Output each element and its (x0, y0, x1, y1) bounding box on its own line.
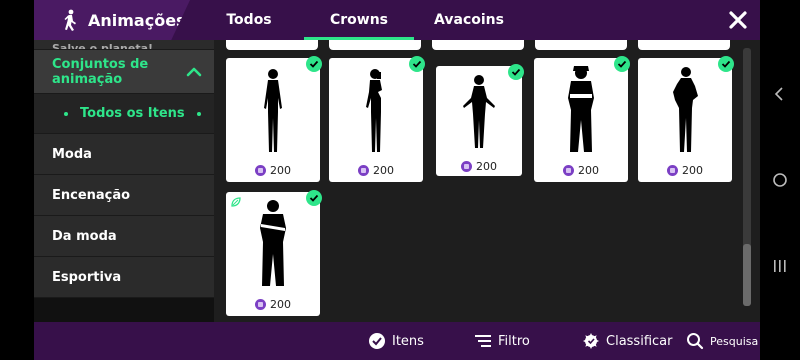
tab-todos[interactable]: Todos (194, 0, 304, 40)
bullet-dot-icon (64, 111, 68, 116)
grid-scrollbar[interactable] (743, 48, 751, 306)
price-tag: 200 (329, 164, 423, 177)
sidebar-item-todos-os-itens[interactable]: Todos os Itens (34, 94, 214, 134)
card-partial[interactable] (226, 40, 318, 50)
animation-card[interactable]: 200 (638, 56, 734, 182)
filter-button[interactable]: Filtro (474, 322, 530, 360)
figure-female-hands-hips-icon (673, 67, 698, 152)
crown-coin-icon (667, 165, 678, 176)
sidebar-item-salve-o-planeta[interactable]: Salve o planeta! (34, 40, 214, 50)
animation-card[interactable]: 200 (226, 190, 322, 316)
owned-check-icon (409, 56, 425, 72)
walking-person-icon (64, 9, 76, 31)
sidebar-item-moda[interactable]: Moda (34, 134, 214, 175)
scrollbar-thumb[interactable] (743, 244, 751, 306)
price-tag: 200 (534, 164, 628, 177)
home-icon[interactable] (772, 172, 788, 188)
price-tag: 200 (638, 164, 732, 177)
owned-check-icon (718, 56, 734, 72)
animation-card[interactable]: 200 (436, 64, 524, 176)
close-icon[interactable] (726, 8, 750, 32)
category-sidebar: Salve o planeta! Conjuntos de animação T… (34, 40, 214, 322)
card-partial[interactable] (329, 40, 421, 50)
price-tag: 200 (226, 164, 320, 177)
owned-check-icon (614, 56, 630, 72)
sidebar-item-label: Todos os Itens (80, 106, 185, 121)
chevron-up-icon (186, 67, 202, 77)
section-header: Animações (34, 0, 190, 40)
card-partial[interactable] (638, 40, 730, 50)
price-tag: 200 (226, 298, 320, 311)
price-tag: 200 (436, 160, 522, 173)
owned-check-icon (306, 190, 322, 206)
android-nav-bar (760, 0, 800, 360)
back-icon[interactable] (772, 86, 788, 102)
animation-card[interactable]: 200 (329, 56, 425, 182)
figure-female-icon (264, 69, 282, 152)
animation-card[interactable]: 200 (534, 56, 630, 182)
app-window: Animações Todos Crowns Avacoins Salve o … (34, 0, 760, 360)
section-title: Animações (88, 10, 186, 30)
tab-bar: Todos Crowns Avacoins (194, 0, 524, 40)
items-button[interactable]: Itens (368, 322, 424, 360)
crown-coin-icon (358, 165, 369, 176)
card-partial[interactable] (535, 40, 627, 50)
items-grid: 200 200 200 200 200 200 (214, 40, 742, 322)
bottom-toolbar: Itens Filtro Classificar Pesquisa (34, 322, 760, 360)
recents-icon[interactable] (772, 258, 788, 274)
bullet-dot-icon (196, 111, 201, 116)
crown-coin-icon (255, 299, 266, 310)
leaf-badge-icon (231, 197, 241, 207)
sort-button[interactable]: Classificar (582, 322, 672, 360)
sidebar-item-encenacao[interactable]: Encenação (34, 175, 214, 216)
crown-coin-icon (563, 165, 574, 176)
check-circle-icon (369, 333, 385, 349)
sidebar-item-da-moda[interactable]: Da moda (34, 216, 214, 257)
owned-check-icon (306, 56, 322, 72)
tab-crowns[interactable]: Crowns (304, 0, 414, 40)
animation-card[interactable]: 200 (226, 56, 322, 182)
card-partial[interactable] (432, 40, 524, 50)
crown-coin-icon (461, 161, 472, 172)
figure-female-phone-icon (366, 69, 382, 152)
tab-avacoins[interactable]: Avacoins (414, 0, 524, 40)
figure-male-arms-crossed-icon (260, 200, 286, 286)
sort-gear-icon (583, 333, 599, 349)
search-icon (687, 333, 704, 350)
crown-coin-icon (255, 165, 266, 176)
figure-female-icon (463, 75, 495, 148)
sidebar-item-esportiva[interactable]: Esportiva (34, 257, 214, 298)
filter-icon (475, 335, 491, 347)
figure-male-cap-icon (568, 66, 594, 152)
sidebar-group-conjuntos[interactable]: Conjuntos de animação (34, 50, 214, 94)
top-bar: Animações Todos Crowns Avacoins (34, 0, 760, 40)
search-button[interactable]: Pesquisa (686, 322, 758, 360)
owned-check-icon (508, 64, 524, 80)
